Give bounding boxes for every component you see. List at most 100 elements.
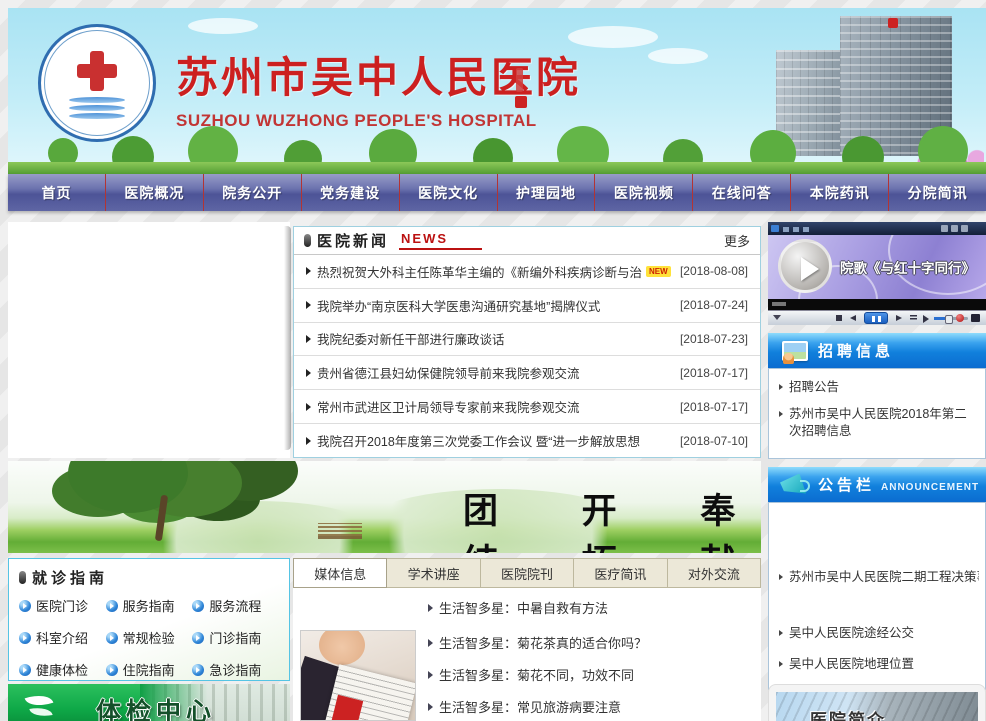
fullscreen-icon[interactable] [971,314,980,322]
slogan-banner: 团结 开拓 奉献 [8,461,761,553]
news-link[interactable]: 我院举办“南京医科大学医患沟通研究基地”揭牌仪式 [317,296,600,315]
recruitment-link[interactable]: 招聘公告 [779,379,975,396]
new-badge: NEW [646,266,671,277]
tab-media-info[interactable]: 媒体信息 [293,558,387,588]
page: 苏州市吴中人民医院 SUZHOU WUZHONG PEOPLE'S HOSPIT… [8,8,986,721]
nav-item-pharmacy[interactable]: 本院药讯 [790,174,888,211]
play-icon [801,257,819,281]
news-link[interactable]: 热烈祝贺大外科主任陈革华主编的《新编外科疾病诊断与治 [317,262,642,281]
cloud-decoration [568,26,658,48]
window-buttons [938,225,982,232]
news-link[interactable]: 常州市武进区卫计局领导专家前来我院参观交流 [317,397,580,416]
article-link[interactable]: 生活智多星：菊花不同，功效不同 [428,665,634,684]
hospital-intro-section[interactable]: 医院简介 [768,684,986,721]
announcement-link[interactable]: 吴中人民医院途经公交 [779,625,979,642]
article-thumbnail[interactable] [300,630,416,721]
nav-item-nursing[interactable]: 护理园地 [497,174,595,211]
news-link[interactable]: 我院纪委对新任干部进行廉政谈话 [317,329,505,348]
guide-link-inpatient-guide[interactable]: 住院指南 [106,660,193,679]
guide-link-label: 健康体检 [36,660,88,679]
article-link[interactable]: 生活智多星：菊花茶真的适合你吗？ [428,633,647,652]
minimize-icon[interactable] [941,225,948,232]
guide-link-departments[interactable]: 科室介绍 [19,628,106,647]
volume-slider[interactable] [934,317,968,320]
news-row: 热烈祝贺大外科主任陈革华主编的《新编外科疾病诊断与治 NEW [2018-08-… [294,255,760,289]
triangle-bullet-icon [306,335,311,343]
news-row: 我院召开2018年度第三次党委工作会议 暨“进一步解放思想 [2018-07-1… [294,424,760,458]
player-logo-icon [771,225,779,232]
triangle-bullet-icon [306,437,311,445]
announcement-link[interactable]: 吴中人民医院地理位置 [779,656,979,673]
tab-medical-briefs[interactable]: 医疗简讯 [574,558,667,588]
visit-guide-section: 就诊指南 医院门诊 服务指南 服务流程 科室介绍 常规检验 门诊指南 健康体检 … [8,558,290,681]
main-nav: 首页 医院概况 院务公开 党务建设 医院文化 护理园地 医院视频 在线问答 本院… [8,174,986,211]
status-ticker-icon [772,302,786,306]
arrow-bullet-icon [192,600,204,612]
nav-item-party[interactable]: 党务建设 [301,174,399,211]
guide-title: 就诊指南 [32,567,108,588]
news-date: [2018-07-24] [672,298,748,312]
news-date: [2018-07-17] [672,366,748,380]
triangle-bullet-icon [779,384,783,390]
news-title: 医院新闻 [317,230,389,251]
triangle-bullet-icon [428,703,433,711]
guide-link-service-flow[interactable]: 服务流程 [192,596,279,615]
checkup-center-banner[interactable]: 体检中心 [8,684,290,721]
play-button[interactable] [778,239,832,293]
guide-link-routine-tests[interactable]: 常规检验 [106,628,193,647]
chevron-down-icon[interactable] [773,315,781,320]
hospital-logo[interactable] [38,24,156,142]
news-more-link[interactable]: 更多 [724,231,750,250]
announcement-title-en: ANNOUNCEMENT [881,476,979,493]
guide-link-label: 常规检验 [123,628,175,647]
tab-external-exchange[interactable]: 对外交流 [668,558,761,588]
arrow-bullet-icon [106,632,118,644]
playlist-icon[interactable] [910,315,917,321]
announcement-link[interactable]: 苏州市吴中人民医院二期工程决策事 [779,569,979,586]
stop-icon[interactable] [836,315,842,321]
guide-link-label: 医院门诊 [36,596,88,615]
announcement-title: 公告栏 [818,474,875,495]
guide-link-label: 科室介绍 [36,628,88,647]
announcement-box: 苏州市吴中人民医院二期工程决策事 吴中人民医院途经公交 吴中人民医院地理位置 [768,502,986,690]
news-link[interactable]: 我院召开2018年度第三次党委工作会议 暨“进一步解放思想 [317,431,640,450]
guide-link-service-guide[interactable]: 服务指南 [106,596,193,615]
building-side-wing [776,50,846,156]
guide-link-outpatient-guide[interactable]: 门诊指南 [192,628,279,647]
section-bullet-icon [304,234,311,247]
maximize-icon[interactable] [951,225,958,232]
pause-button[interactable] [864,312,888,324]
next-track-icon[interactable] [896,315,902,321]
recruitment-header: 招聘信息 [768,333,986,368]
tab-academic-lectures[interactable]: 学术讲座 [387,558,480,588]
close-icon[interactable] [961,225,968,232]
article-link[interactable]: 生活智多星：常见旅游病要注意 [428,697,621,716]
guide-link-health-checkup[interactable]: 健康体检 [19,660,106,679]
nav-item-culture[interactable]: 医院文化 [399,174,497,211]
nav-item-qa[interactable]: 在线问答 [692,174,790,211]
recruitment-box: 招聘公告 苏州市吴中人民医院2018年第二次招聘信息 [768,368,986,459]
site-header: 苏州市吴中人民医院 SUZHOU WUZHONG PEOPLE'S HOSPIT… [8,8,986,174]
guide-link-label: 住院指南 [123,660,175,679]
arrow-bullet-icon [19,664,31,676]
volume-icon[interactable] [923,315,929,323]
triangle-bullet-icon [779,630,783,636]
recruitment-link[interactable]: 苏州市吴中人民医院2018年第二次招聘信息 [779,406,975,440]
triangle-bullet-icon [306,301,311,309]
tab-hospital-journal[interactable]: 医院院刊 [481,558,574,588]
article-link[interactable]: 生活智多星：中暑自救有方法 [428,598,608,617]
nav-item-home[interactable]: 首页 [8,174,105,211]
news-link[interactable]: 贵州省德江县妇幼保健院领导前来我院参观交流 [317,363,580,382]
image-slider[interactable] [8,222,290,458]
nav-item-overview[interactable]: 医院概况 [105,174,203,211]
guide-link-emergency-guide[interactable]: 急诊指南 [192,660,279,679]
person-photo-decoration [300,656,347,721]
guide-grid: 医院门诊 服务指南 服务流程 科室介绍 常规检验 门诊指南 健康体检 住院指南 … [19,596,279,679]
previous-track-icon[interactable] [850,315,856,321]
guide-link-outpatient[interactable]: 医院门诊 [19,596,106,615]
announcement-link-text: 吴中人民医院地理位置 [789,656,914,673]
video-player: 院歌《与红十字同行》 [768,222,986,325]
nav-item-branch[interactable]: 分院简讯 [888,174,986,211]
nav-item-affairs[interactable]: 院务公开 [203,174,301,211]
nav-item-video[interactable]: 医院视频 [594,174,692,211]
